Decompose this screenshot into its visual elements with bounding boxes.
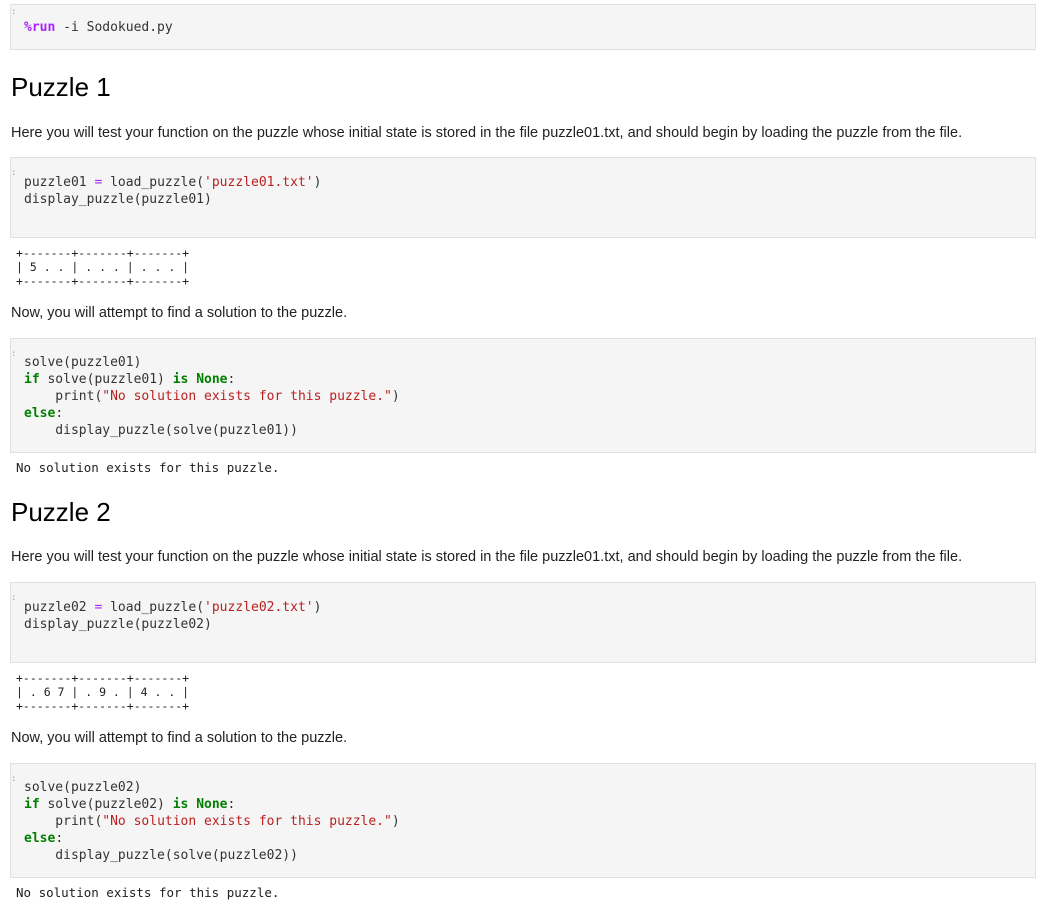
kw-else: else	[24, 406, 56, 421]
grid-border-top: +-------+-------+-------+	[16, 246, 190, 260]
grid-border-bottom: +-------+-------+-------+	[16, 699, 190, 713]
magic-args: -i Sodokued.py	[55, 20, 173, 35]
puzzle2-heading: Puzzle 2	[11, 497, 111, 527]
colon: :	[227, 797, 236, 812]
code-cell-solve-puzzle1[interactable]: : solve(puzzle01) if solve(puzzle01) is …	[10, 338, 1036, 453]
kw-if: if	[24, 797, 40, 812]
fn-call: load_puzzle(	[110, 175, 205, 190]
code-cell-load-puzzle2[interactable]: : puzzle02 = load_puzzle('puzzle02.txt')…	[10, 582, 1036, 663]
puzzle1-solve-output: No solution exists for this puzzle.	[16, 460, 280, 475]
code-load-puzzle1[interactable]: puzzle01 = load_puzzle('puzzle01.txt')	[11, 158, 1035, 191]
code-cell-load-puzzle1[interactable]: : puzzle01 = load_puzzle('puzzle01.txt')…	[10, 157, 1036, 238]
print-message: "No solution exists for this puzzle."	[102, 814, 392, 829]
cell-prompt-marker: :	[11, 593, 17, 603]
if-cond: solve(puzzle01)	[39, 372, 173, 387]
puzzle2-solve-output: No solution exists for this puzzle.	[16, 885, 280, 900]
cell-prompt-marker: :	[11, 349, 17, 359]
code-cell-run[interactable]: : %run -i Sodokued.py	[10, 4, 1036, 50]
puzzle1-intro: Here you will test your function on the …	[11, 125, 963, 141]
print-message: "No solution exists for this puzzle."	[102, 389, 392, 404]
code-cell-solve-puzzle2[interactable]: : solve(puzzle02) if solve(puzzle02) is …	[10, 763, 1036, 878]
display-call: display_puzzle(puzzle01)	[24, 192, 212, 207]
solve-call: solve(puzzle01)	[24, 355, 142, 370]
magic-command: %run	[24, 20, 56, 35]
code-run-line[interactable]: %run -i Sodokued.py	[11, 5, 1035, 36]
print-close: )	[391, 814, 400, 829]
else-body: display_puzzle(solve(puzzle02))	[24, 848, 298, 863]
kw-is: is	[172, 372, 189, 387]
kw-none: None	[196, 372, 228, 387]
code-load-puzzle2[interactable]: puzzle02 = load_puzzle('puzzle02.txt')	[11, 583, 1035, 616]
display-call: display_puzzle(puzzle02)	[24, 617, 212, 632]
kw-none: None	[196, 797, 228, 812]
paren: )	[313, 175, 322, 190]
grid-border-bottom: +-------+-------+-------+	[16, 274, 190, 288]
var-name: puzzle01	[24, 175, 87, 190]
file-string: 'puzzle02.txt'	[204, 600, 314, 615]
puzzle2-grid-output: +-------+-------+-------+ | . 6 7 | . 9 …	[16, 671, 189, 713]
print-close: )	[391, 389, 400, 404]
cell-prompt-marker: :	[11, 168, 17, 178]
grid-row: | 5 . . | . . . | . . . |	[16, 260, 190, 274]
cell-prompt-marker: :	[11, 774, 17, 784]
colon: :	[55, 831, 64, 846]
paren: )	[313, 600, 322, 615]
assign-op: =	[86, 175, 111, 190]
colon: :	[55, 406, 64, 421]
print-open: print(	[24, 814, 103, 829]
puzzle2-solve-prompt: Now, you will attempt to find a solution…	[11, 730, 348, 746]
puzzle2-intro: Here you will test your function on the …	[11, 549, 963, 565]
solve-call: solve(puzzle02)	[24, 780, 142, 795]
if-cond: solve(puzzle02)	[39, 797, 173, 812]
assign-op: =	[86, 600, 111, 615]
colon: :	[227, 372, 236, 387]
puzzle1-solve-prompt: Now, you will attempt to find a solution…	[11, 305, 348, 321]
code-display-puzzle1[interactable]: display_puzzle(puzzle01)	[11, 191, 1035, 208]
code-solve-puzzle2[interactable]: solve(puzzle02) if solve(puzzle02) is No…	[11, 764, 1035, 864]
else-body: display_puzzle(solve(puzzle01))	[24, 423, 298, 438]
grid-border-top: +-------+-------+-------+	[16, 671, 190, 685]
code-solve-puzzle1[interactable]: solve(puzzle01) if solve(puzzle01) is No…	[11, 339, 1035, 439]
print-open: print(	[24, 389, 103, 404]
kw-is: is	[172, 797, 189, 812]
cell-prompt-marker: :	[11, 7, 17, 17]
grid-row: | . 6 7 | . 9 . | 4 . . |	[16, 685, 190, 699]
var-name: puzzle02	[24, 600, 87, 615]
kw-if: if	[24, 372, 40, 387]
puzzle1-heading: Puzzle 1	[11, 72, 111, 102]
code-display-puzzle2[interactable]: display_puzzle(puzzle02)	[11, 616, 1035, 633]
puzzle1-grid-output: +-------+-------+-------+ | 5 . . | . . …	[16, 246, 189, 288]
file-string: 'puzzle01.txt'	[204, 175, 314, 190]
fn-call: load_puzzle(	[110, 600, 205, 615]
kw-else: else	[24, 831, 56, 846]
